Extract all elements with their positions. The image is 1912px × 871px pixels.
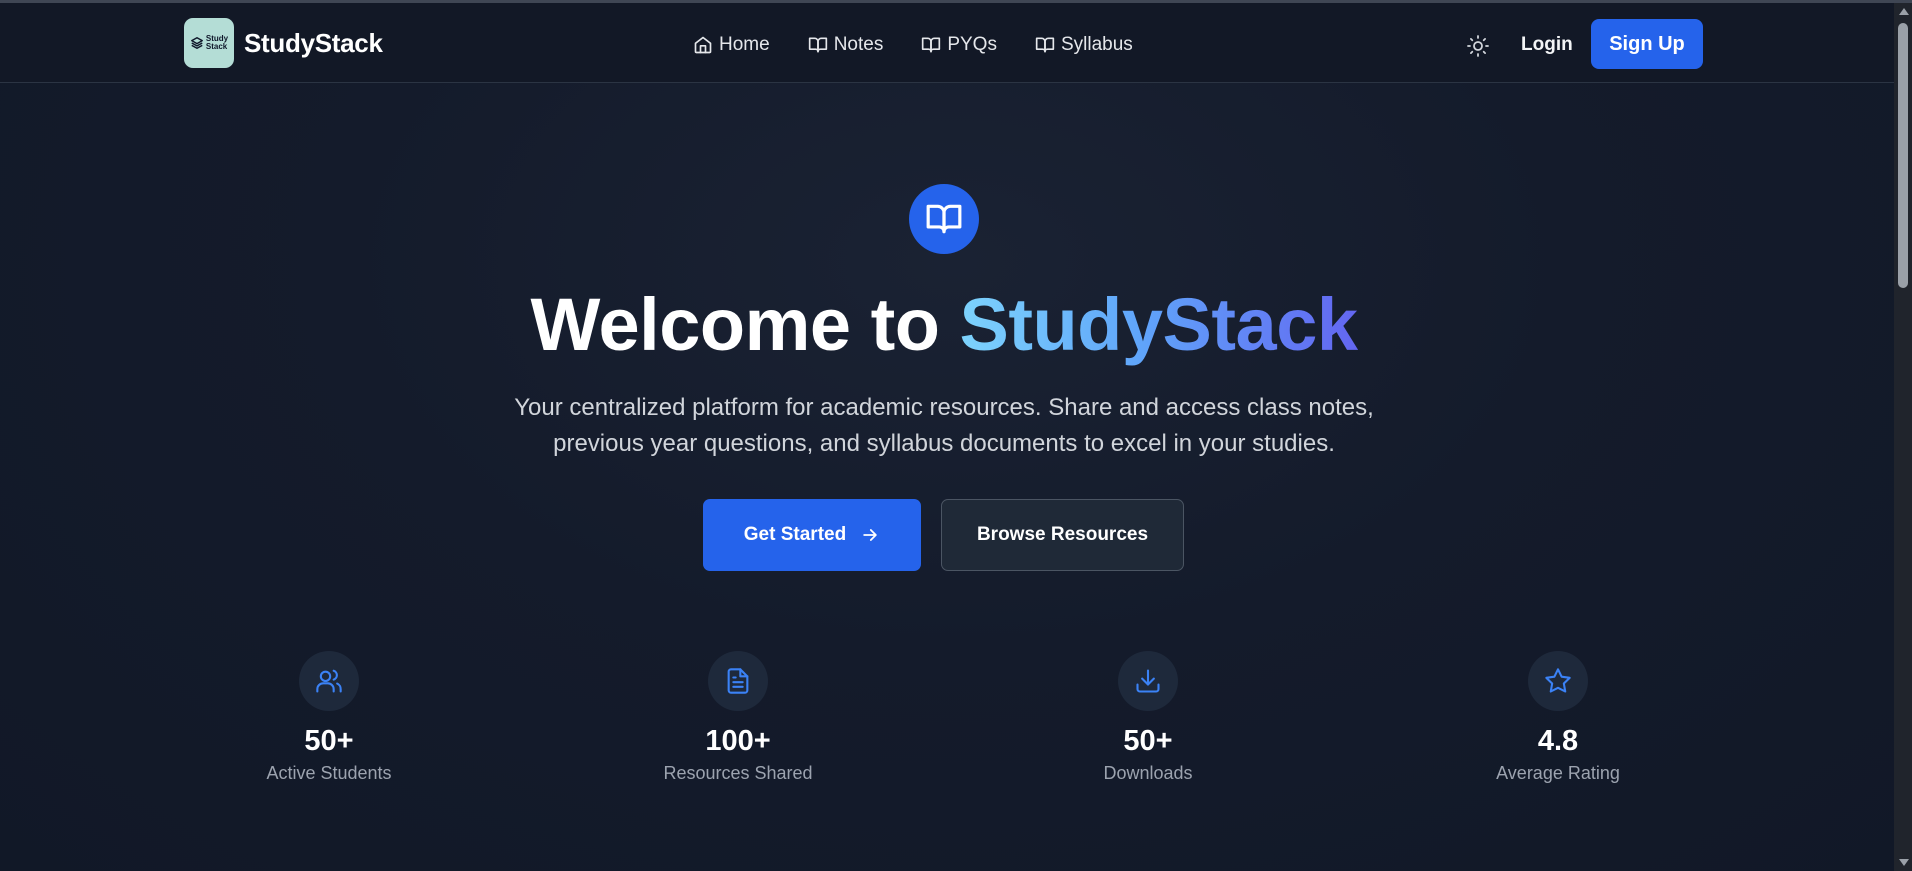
stat-icon-badge	[1118, 651, 1178, 711]
login-link[interactable]: Login	[1521, 34, 1573, 56]
stat-resources-shared: 100+ Resources Shared	[628, 651, 848, 784]
browse-resources-button[interactable]: Browse Resources	[941, 499, 1184, 571]
hero-badge	[909, 184, 979, 254]
scrollbar-thumb[interactable]	[1898, 23, 1908, 288]
book-open-icon	[1035, 37, 1055, 53]
nav-item-label: Home	[719, 34, 770, 55]
page-scrollbar[interactable]	[1894, 3, 1912, 871]
home-icon	[694, 36, 712, 54]
nav-item-label: Notes	[833, 34, 884, 55]
hero-subtitle: Your centralized platform for academic r…	[456, 390, 1432, 462]
brand-name: StudyStack	[244, 27, 383, 58]
theme-toggle-button[interactable]	[1465, 33, 1491, 59]
stat-icon-badge	[1528, 651, 1588, 711]
stat-label: Downloads	[1103, 763, 1193, 783]
book-open-icon	[922, 37, 941, 53]
users-icon	[316, 669, 342, 693]
nav-item-label: PYQs	[947, 34, 997, 55]
sun-icon	[1467, 35, 1489, 57]
stat-label: Average Rating	[1496, 763, 1620, 783]
nav-item-home[interactable]: Home	[693, 34, 770, 56]
stat-downloads: 50+ Downloads	[1038, 651, 1258, 784]
main-nav: Home Notes PYQs Syllabus	[693, 30, 1133, 60]
nav-item-syllabus[interactable]: Syllabus	[1035, 34, 1133, 56]
navbar: Study Stack StudyStack Home Notes PYQs S…	[0, 3, 1894, 83]
stat-average-rating: 4.8 Average Rating	[1448, 651, 1668, 784]
arrow-right-icon	[863, 529, 877, 541]
hero-subtitle-line2: previous year questions, and syllabus do…	[553, 430, 1335, 457]
scroll-up-arrow-icon[interactable]	[1899, 8, 1909, 15]
stat-label: Resources Shared	[663, 763, 813, 783]
signup-button[interactable]: Sign Up	[1591, 19, 1703, 69]
stat-active-students: 50+ Active Students	[219, 651, 439, 784]
download-icon	[1136, 669, 1160, 693]
book-open-icon	[808, 37, 827, 53]
nav-item-label: Syllabus	[1060, 34, 1133, 55]
hero-title-accent: StudyStack	[959, 283, 1358, 366]
nav-item-notes[interactable]: Notes	[808, 34, 884, 56]
book-open-icon	[926, 204, 962, 234]
file-text-icon	[727, 668, 749, 694]
stat-label: Active Students	[266, 763, 392, 783]
nav-item-pyqs[interactable]: PYQs	[921, 34, 997, 56]
brand-logo: Study Stack	[184, 18, 234, 68]
get-started-button[interactable]: Get Started	[703, 499, 921, 571]
stat-value: 50+	[304, 725, 354, 757]
stat-icon-badge	[708, 651, 768, 711]
stat-value: 100+	[705, 725, 771, 757]
page: Study Stack StudyStack Home Notes PYQs S…	[0, 0, 1912, 871]
brand-link[interactable]: Study Stack StudyStack	[184, 18, 383, 68]
star-icon	[1545, 668, 1571, 693]
get-started-label: Get Started	[743, 524, 847, 545]
hero-subtitle-line1: Your centralized platform for academic r…	[514, 394, 1374, 421]
hero-title: Welcome to StudyStack	[0, 282, 1888, 368]
stat-value: 50+	[1123, 725, 1173, 757]
logo-text-line2: Stack	[205, 42, 228, 51]
stack-icon	[190, 37, 203, 49]
stat-value: 4.8	[1537, 725, 1579, 757]
stat-icon-badge	[299, 651, 359, 711]
scroll-down-arrow-icon[interactable]	[1899, 859, 1909, 866]
hero-title-prefix: Welcome to	[530, 283, 960, 366]
